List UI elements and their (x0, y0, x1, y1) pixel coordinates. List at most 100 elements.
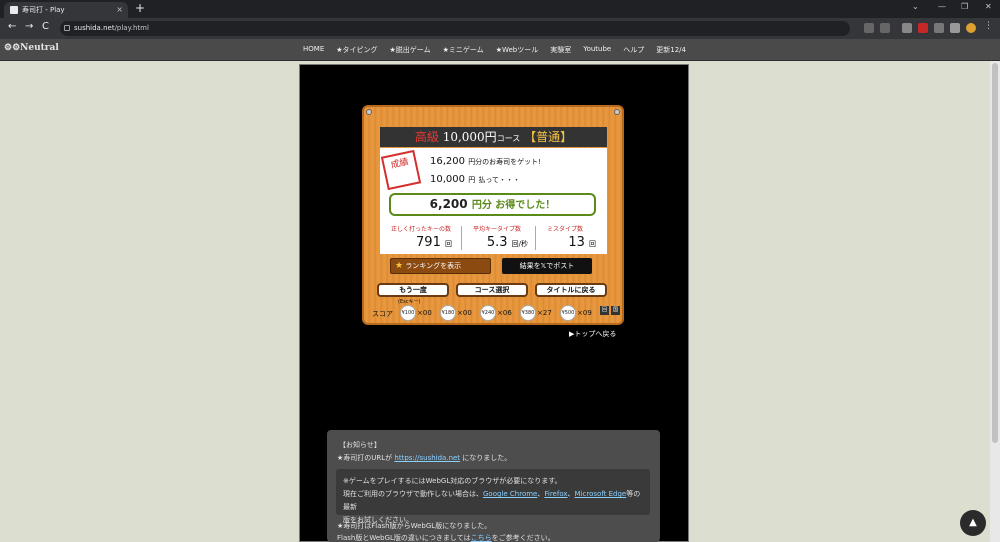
stat-value: 5.3 (486, 235, 508, 250)
notice-text: ★寿司打のURLが (337, 454, 393, 462)
nav-item-home[interactable]: HOME (303, 45, 324, 55)
scrollbar-thumb[interactable] (992, 63, 998, 443)
site-logo[interactable]: ⚙⚙Neutral (4, 43, 59, 53)
nav-item-escape[interactable]: ★脱出ゲーム (390, 45, 431, 55)
retry-button[interactable]: もう一度 (377, 283, 449, 297)
stat-avg-speed: 平均キータイプ数 5.3 回/秒 (462, 224, 532, 252)
webgl-text-2: 現在ご利用のブラウザで動作しない場合は、Google Chrome、Firefo… (343, 490, 641, 511)
lock-icon (64, 25, 70, 31)
sound-icon[interactable]: 回 (600, 306, 609, 315)
address-bar-row: ← → C sushida.net/play.html ⋮ (0, 18, 1000, 39)
puzzle-icon[interactable] (934, 23, 944, 33)
back-button[interactable]: ← (8, 21, 16, 32)
rivet-icon (614, 109, 620, 115)
reload-button[interactable]: C (42, 21, 49, 32)
saved-amount-box: 6,200 円分 お得でした！ (389, 193, 596, 216)
rivet-icon (366, 109, 372, 115)
plate-count: ×06 (497, 309, 512, 317)
fullscreen-icon[interactable]: 国 (611, 306, 620, 315)
stat-label: 正しく打ったキーの数 (390, 226, 451, 233)
firefox-link[interactable]: Firefox (544, 490, 567, 498)
paid-value: 10,000 (430, 174, 465, 185)
minimize-button[interactable]: — (938, 2, 946, 11)
nav-item-update[interactable]: 更新12/4 (656, 45, 686, 55)
plate-240-icon: ¥240 (480, 305, 496, 321)
plate-count: ×00 (457, 309, 472, 317)
nav-item-typing[interactable]: ★タイピング (336, 45, 377, 55)
plate-count: ×09 (577, 309, 592, 317)
plate-380-icon: ¥380 (520, 305, 536, 321)
notice-text: になりました。 (462, 454, 512, 462)
paid-unit: 円 (468, 176, 476, 184)
notice-header: 【お知らせ】 (339, 441, 381, 449)
tab-close-icon[interactable]: × (116, 2, 123, 18)
new-tab-button[interactable]: + (135, 1, 145, 15)
stat-label: 平均キータイプ数 (472, 226, 521, 233)
stat-unit: 回 (445, 240, 452, 248)
forward-button[interactable]: → (25, 21, 33, 32)
course-level: 【普通】 (524, 130, 573, 144)
edge-link[interactable]: Microsoft Edge (575, 490, 627, 498)
course-amount: 10,000円 (442, 130, 497, 144)
result-stamp: 成績 (380, 149, 422, 191)
webgl-notice-box: ※ゲームをプレイするにはWebGL対応のブラウザが必要になります。 現在ご利用の… (336, 469, 650, 524)
stat-label: ミスタイプ数 (546, 226, 583, 233)
nav-item-webtool[interactable]: ★Webツール (496, 45, 539, 55)
stat-value: 13 (568, 235, 585, 250)
paid-line: 10,000 円 払って・・・ (430, 174, 520, 185)
sidepanel-icon[interactable] (950, 23, 960, 33)
share-icon[interactable] (864, 23, 874, 33)
sushida-url-link[interactable]: https://sushida.net (394, 454, 460, 462)
stat-miss: ミスタイプ数 13 回 (530, 224, 600, 252)
url-input[interactable]: sushida.net/play.html (60, 21, 850, 36)
close-window-button[interactable]: ✕ (985, 2, 992, 11)
score-label: スコア (372, 310, 393, 318)
restore-button[interactable]: ❐ (961, 2, 968, 11)
plate-count: ×27 (537, 309, 552, 317)
stat-value: 791 (416, 235, 441, 250)
nav-item-minigame[interactable]: ★ミニゲーム (443, 45, 484, 55)
menu-icon[interactable]: ⋮ (984, 21, 994, 31)
webgl-text-2a: 現在ご利用のブラウザで動作しない場合は、 (343, 490, 483, 498)
course-grade: 高級 (414, 130, 439, 144)
flash-text-a: Flash版とWebGL版の違いにつきましては (337, 534, 471, 542)
flash-notice-2: Flash版とWebGL版の違いにつきましてはこちらをご参考ください。 (337, 533, 555, 542)
plate-500-icon: ¥500 (560, 305, 576, 321)
tab-search-icon[interactable]: ⌄ (912, 2, 919, 11)
webgl-text-1: ※ゲームをプレイするにはWebGL対応のブラウザが必要になります。 (343, 477, 562, 485)
nav-item-lab[interactable]: 実験室 (550, 45, 571, 55)
earned-line: 16,200 円分のお寿司をゲット! (430, 156, 541, 167)
flash-notice: ★寿司打はFlash版からWebGL版になりました。 (337, 522, 492, 530)
earned-text: 円分のお寿司をゲット! (468, 158, 541, 166)
flash-difference-link[interactable]: こちら (471, 534, 492, 542)
plate-180-icon: ¥180 (440, 305, 456, 321)
course-label: コース (496, 134, 521, 143)
nav-item-youtube[interactable]: Youtube (583, 45, 611, 55)
back-to-top-link[interactable]: ▶トップへ戻る (569, 329, 616, 339)
flash-text-b: をご参考ください。 (491, 534, 555, 542)
chrome-link[interactable]: Google Chrome (483, 490, 537, 498)
tab-title: 寿司打 - Play (22, 6, 65, 14)
bookmark-star-icon[interactable] (880, 23, 890, 33)
star-icon: ★ (395, 261, 404, 271)
course-select-button[interactable]: コース選択 (456, 283, 528, 297)
extension-2-icon[interactable] (918, 23, 928, 33)
scroll-top-button[interactable]: ▲ (960, 510, 986, 536)
browser-tab[interactable]: 寿司打 - Play × (4, 2, 128, 18)
nav-menu: HOME ★タイピング ★脱出ゲーム ★ミニゲーム ★Webツール 実験室 Yo… (303, 45, 686, 55)
plate-100-icon: ¥100 (400, 305, 416, 321)
ranking-label: ランキングを表示 (405, 262, 462, 270)
course-header: 高級 10,000円コース 【普通】 (380, 127, 607, 147)
notice-panel: 【お知らせ】 ★寿司打のURLが https://sushida.net になり… (327, 430, 660, 542)
nav-item-help[interactable]: ヘルプ (623, 45, 644, 55)
back-to-title-button[interactable]: タイトルに戻る (535, 283, 607, 297)
extension-1-icon[interactable] (902, 23, 912, 33)
favicon-icon (10, 6, 18, 14)
url-host: sushida.net (74, 24, 115, 32)
show-ranking-button[interactable]: ★ ランキングを表示 (390, 258, 491, 274)
page-scrollbar[interactable] (990, 61, 1000, 542)
stat-unit: 回 (589, 240, 596, 248)
saved-value: 6,200 (429, 197, 468, 211)
profile-avatar[interactable] (966, 23, 976, 33)
post-to-x-button[interactable]: 結果を𝕏でポスト (502, 258, 592, 274)
